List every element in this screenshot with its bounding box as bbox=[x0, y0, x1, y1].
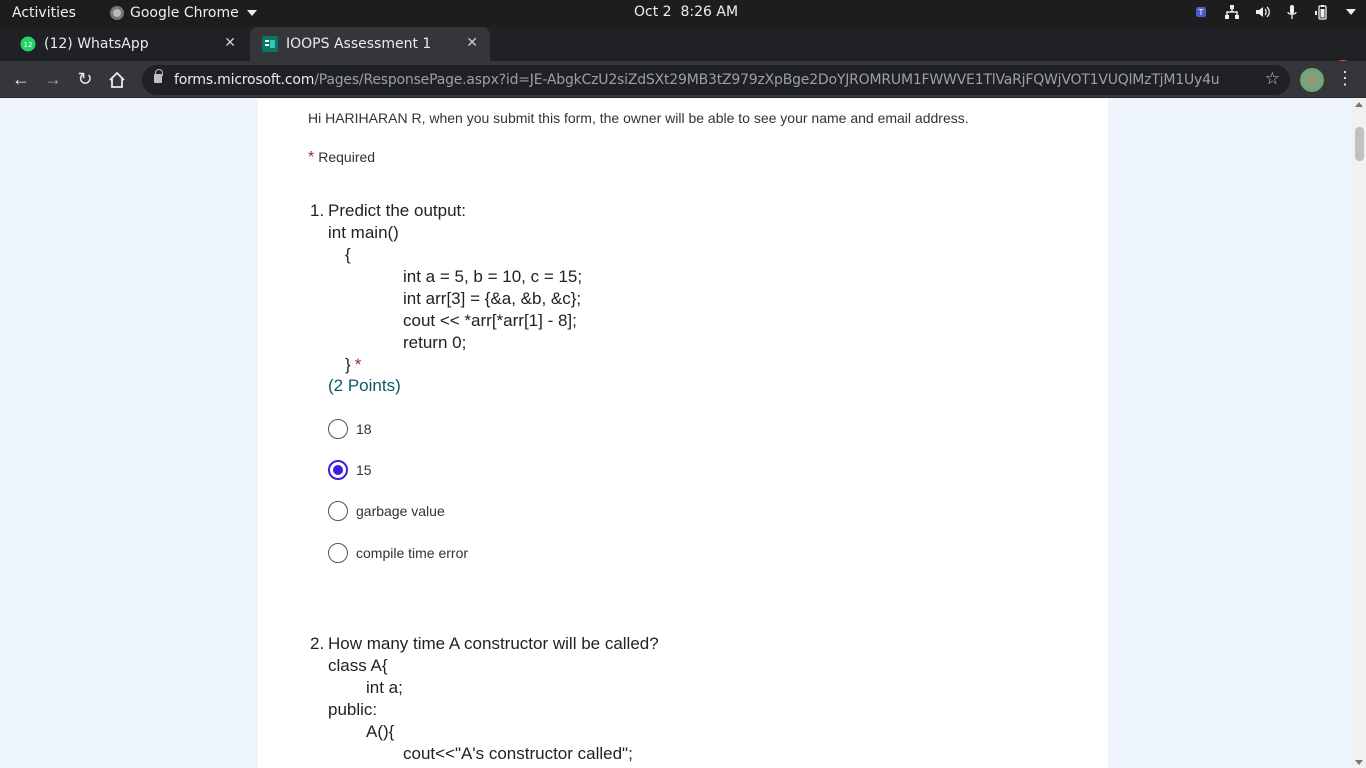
close-tab-icon[interactable]: ✕ bbox=[466, 35, 478, 51]
scrollbar-thumb[interactable] bbox=[1355, 127, 1364, 161]
page-content: Hi HARIHARAN R, when you submit this for… bbox=[0, 99, 1366, 768]
code-line: class A{ bbox=[328, 656, 388, 675]
activities-button[interactable]: Activities bbox=[12, 5, 76, 21]
code-line: } bbox=[345, 355, 351, 374]
option-15[interactable]: 15 bbox=[328, 460, 372, 480]
radio-button[interactable] bbox=[328, 419, 348, 439]
code-line-closing: } * bbox=[345, 355, 361, 375]
form-card: Hi HARIHARAN R, when you submit this for… bbox=[258, 99, 1108, 768]
code-line: int arr[3] = {&a, &b, &c}; bbox=[403, 289, 582, 308]
question-points: (2 Points) bbox=[328, 376, 401, 395]
bookmark-star-icon[interactable]: ☆ bbox=[1265, 69, 1280, 89]
clock-date: Oct 2 bbox=[634, 4, 672, 20]
more-menu-icon[interactable]: ⋮ bbox=[1336, 68, 1354, 89]
code-line: { bbox=[345, 245, 351, 264]
option-label: garbage value bbox=[356, 503, 445, 519]
radio-button[interactable] bbox=[328, 543, 348, 563]
url-host: forms.microsoft.com bbox=[174, 72, 315, 88]
microsoft-forms-icon bbox=[262, 36, 278, 52]
clock[interactable]: Oct 2 8:26 AM bbox=[634, 4, 738, 20]
code-line: cout << *arr[*arr[1] - 8]; bbox=[403, 311, 577, 330]
form-intro: Hi HARIHARAN R, when you submit this for… bbox=[308, 110, 969, 126]
reload-button[interactable]: ↻ bbox=[74, 69, 96, 89]
option-label: 18 bbox=[356, 421, 372, 437]
code-line: int main() bbox=[328, 223, 399, 242]
microphone-icon[interactable] bbox=[1284, 4, 1300, 20]
profile-avatar[interactable] bbox=[1300, 68, 1324, 92]
app-menu-label: Google Chrome bbox=[130, 5, 239, 21]
question-number: 1. bbox=[310, 201, 325, 220]
tab-strip: 12 (12) WhatsApp ✕ IOOPS Assessment 1 ✕ … bbox=[0, 27, 1366, 82]
code-line: return 0; bbox=[403, 333, 467, 352]
app-menu[interactable]: Google Chrome bbox=[110, 5, 257, 21]
code-line: cout<<"A's constructor called"; bbox=[403, 744, 633, 763]
caret-down-icon bbox=[246, 10, 257, 16]
close-tab-icon[interactable]: ✕ bbox=[224, 35, 236, 51]
tab-title: (12) WhatsApp bbox=[44, 36, 149, 52]
system-tray[interactable]: T bbox=[1194, 4, 1356, 20]
code-line: int a = 5, b = 10, c = 15; bbox=[403, 267, 583, 286]
forward-button[interactable]: → bbox=[42, 69, 64, 89]
network-icon[interactable] bbox=[1224, 4, 1240, 20]
whatsapp-badge: 12 bbox=[24, 41, 33, 49]
system-menu-caret-icon[interactable] bbox=[1346, 9, 1356, 15]
required-asterisk: * bbox=[354, 355, 362, 374]
chrome-icon bbox=[110, 6, 124, 20]
option-18[interactable]: 18 bbox=[328, 419, 372, 439]
scroll-down-arrow-icon[interactable] bbox=[1355, 760, 1363, 765]
code-line: public: bbox=[328, 700, 378, 719]
code-line: int a; bbox=[366, 678, 403, 697]
question-number: 2. bbox=[310, 634, 325, 653]
svg-text:T: T bbox=[1198, 8, 1204, 17]
address-bar[interactable]: forms.microsoft.com/Pages/ResponsePage.a… bbox=[142, 65, 1290, 95]
url-text[interactable]: forms.microsoft.com/Pages/ResponsePage.a… bbox=[174, 72, 1220, 88]
whatsapp-icon: 12 bbox=[20, 36, 36, 52]
battery-icon[interactable] bbox=[1314, 4, 1330, 20]
option-garbage-value[interactable]: garbage value bbox=[328, 501, 445, 521]
back-button[interactable]: ← bbox=[10, 69, 32, 89]
required-asterisk: * bbox=[308, 149, 315, 166]
option-label: compile time error bbox=[356, 545, 469, 561]
volume-icon[interactable] bbox=[1254, 4, 1270, 20]
tab-whatsapp[interactable]: 12 (12) WhatsApp ✕ bbox=[8, 27, 248, 61]
option-compile-time-error[interactable]: compile time error bbox=[328, 543, 468, 563]
page-scrollbar[interactable] bbox=[1352, 99, 1366, 768]
option-label: 15 bbox=[356, 462, 372, 478]
lock-icon[interactable] bbox=[154, 69, 163, 83]
question-title: Predict the output: bbox=[328, 201, 466, 220]
required-note: * Required bbox=[308, 149, 375, 167]
browser-toolbar: ← → ↻ forms.microsoft.com/Pages/Response… bbox=[0, 61, 1366, 98]
system-top-bar: Activities Google Chrome Oct 2 8:26 AM T bbox=[0, 0, 1366, 27]
scroll-up-arrow-icon[interactable] bbox=[1355, 102, 1363, 107]
tab-title: IOOPS Assessment 1 bbox=[286, 36, 432, 52]
url-path: /Pages/ResponsePage.aspx?id=JE-AbgkCzU2s… bbox=[314, 72, 1220, 88]
tab-ioops-assessment[interactable]: IOOPS Assessment 1 ✕ bbox=[250, 27, 490, 61]
home-icon[interactable] bbox=[108, 71, 126, 89]
clock-time: 8:26 AM bbox=[680, 4, 739, 20]
code-line: A(){ bbox=[366, 722, 395, 741]
question-title: How many time A constructor will be call… bbox=[328, 634, 659, 653]
required-label: Required bbox=[318, 149, 376, 165]
teams-icon[interactable]: T bbox=[1194, 4, 1210, 20]
radio-button-selected[interactable] bbox=[328, 460, 348, 480]
radio-button[interactable] bbox=[328, 501, 348, 521]
